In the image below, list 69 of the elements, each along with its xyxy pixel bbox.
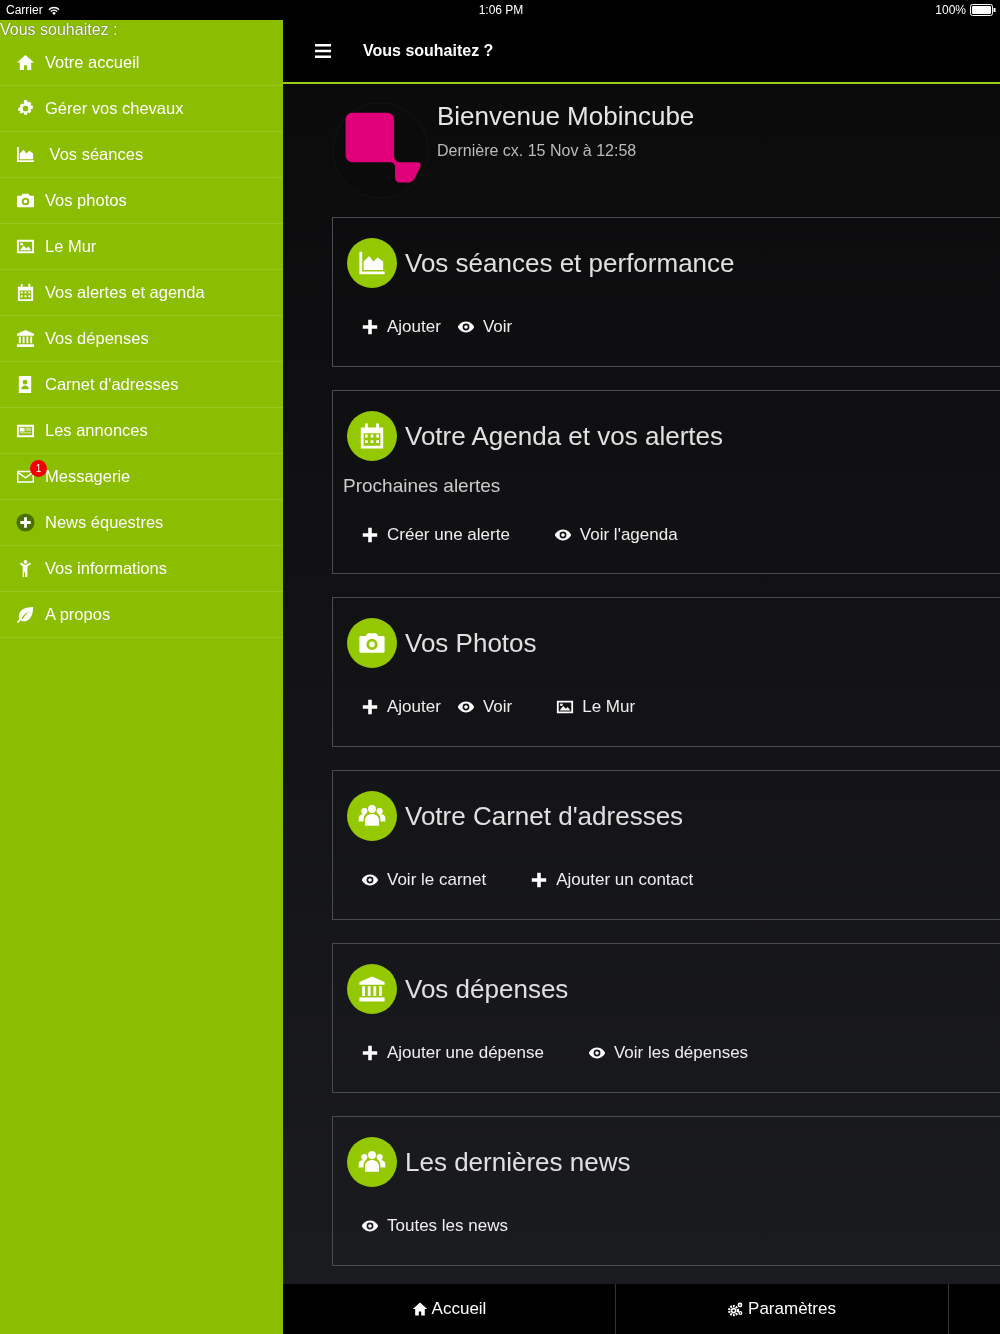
area-chart-badge-icon [347, 238, 397, 288]
action-link[interactable]: Voir [454, 695, 515, 719]
welcome-title: Bienvenue Mobincube [437, 101, 695, 132]
area-chart-icon [16, 145, 35, 164]
sidebar-item-label: A propos [45, 605, 111, 624]
action-link[interactable]: Voir [454, 315, 515, 339]
camera-badge-icon [347, 618, 397, 668]
sidebar-item-label: Messagerie [45, 467, 131, 486]
plus-icon [361, 1044, 379, 1062]
sidebar-item[interactable]: 1 Messagerie [0, 454, 283, 500]
card-title: Vos dépenses [405, 973, 569, 1005]
action-link[interactable]: Voir l'agenda [551, 523, 680, 547]
action-link[interactable]: Voir les dépenses [585, 1041, 751, 1065]
calendar-badge-icon [347, 411, 397, 461]
tab-button[interactable]: Paramètres [616, 1284, 949, 1334]
action-link[interactable]: Créer une alerte [359, 523, 512, 547]
card-title: Les dernières news [405, 1146, 631, 1178]
tab-button[interactable]: Accueil [283, 1284, 616, 1334]
camera-icon [16, 191, 35, 210]
image-icon [556, 698, 575, 716]
card-title: Vos Photos [405, 627, 537, 659]
action-link[interactable]: Ajouter un contact [528, 868, 696, 892]
action-link[interactable]: Ajouter une dépense [359, 1041, 546, 1065]
card-subtitle: Prochaines alertes [343, 475, 502, 497]
clock-label: 1:06 PM [478, 3, 524, 17]
card-title: Votre Agenda et vos alertes [405, 420, 723, 452]
sidebar-item-label: Votre accueil [45, 53, 140, 72]
plus-icon [530, 871, 549, 889]
battery-percent: 100% [935, 3, 966, 17]
home-icon [411, 1301, 428, 1317]
leaf-icon [16, 605, 35, 624]
sidebar-item-label: Vos dépenses [45, 329, 149, 348]
action-link[interactable]: Voir le carnet [359, 868, 489, 892]
carrier-label: Carrier [6, 3, 43, 17]
last-login-text: Dernière cx. 15 Nov à 12:58 [437, 142, 638, 160]
sidebar-item-label: Carnet d'adresses [45, 375, 179, 394]
notification-badge: 1 [30, 460, 47, 477]
card-title: Vos séances et performance [405, 247, 735, 279]
sidebar-item-label: Vos photos [45, 191, 127, 210]
menu-button[interactable] [313, 41, 333, 61]
gear-icon [16, 99, 35, 118]
action-link[interactable]: Toutes les news [359, 1214, 510, 1238]
sidebar-item-label: Vos alertes et agenda [45, 283, 205, 302]
sidebar-item-label: Vos informations [45, 559, 167, 578]
action-link[interactable]: Ajouter [359, 695, 443, 719]
wifi-icon [46, 5, 61, 15]
battery-icon [970, 4, 996, 16]
plus-icon [361, 526, 379, 544]
sidebar-item-label: Vos séances [48, 145, 144, 164]
action-link[interactable]: Ajouter [359, 315, 443, 339]
sidebar-item-label: Le Mur [45, 237, 97, 256]
plus-icon [361, 698, 379, 716]
header-title: Vous souhaitez ? [363, 42, 494, 60]
card-title: Votre Carnet d'adresses [405, 800, 684, 832]
sidebar-heading: Vous souhaitez : [0, 20, 119, 40]
plus-icon [361, 318, 379, 336]
sidebar-item-label: Les annonces [45, 421, 148, 440]
sidebar-item-label: News équestres [45, 513, 164, 532]
bank-icon [16, 329, 35, 348]
home-icon [16, 53, 35, 72]
sidebar-item-label: Gérer vos chevaux [45, 99, 184, 118]
calendar-icon [16, 283, 35, 302]
gears-icon [728, 1301, 745, 1317]
bank-badge-icon [347, 964, 397, 1014]
users-badge-icon [347, 791, 397, 841]
users-badge-icon [347, 1137, 397, 1187]
action-link[interactable]: Le Mur [554, 695, 638, 719]
image-icon [16, 237, 35, 256]
plus-circle-icon [16, 513, 35, 532]
